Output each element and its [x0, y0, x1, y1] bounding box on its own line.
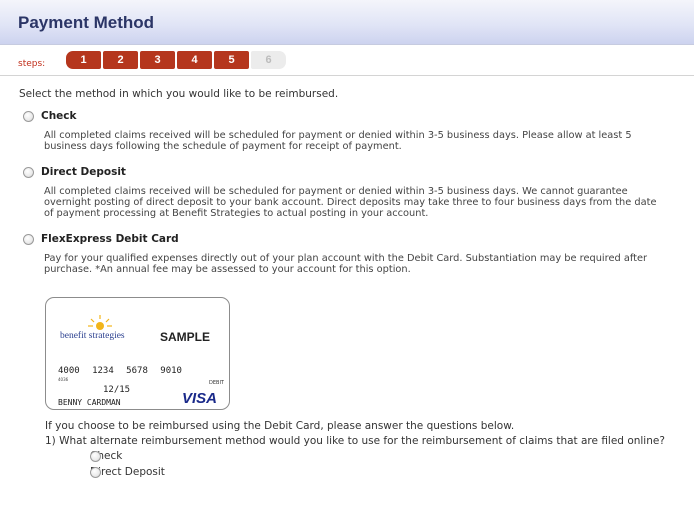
step-1[interactable]: 1 — [66, 51, 101, 69]
debit-card-sample-image: benefit strategies SAMPLE 4000 1234 5678… — [45, 297, 676, 410]
q1-option-check: Check — [74, 450, 676, 464]
step-5[interactable]: 5 — [214, 51, 249, 69]
intro-text: Select the method in which you would lik… — [19, 88, 339, 100]
debit-card-radio[interactable] — [23, 234, 34, 245]
check-radio[interactable] — [23, 111, 34, 122]
debit-card-description: Pay for your qualified expenses directly… — [44, 253, 648, 275]
card-brand: benefit strategies — [60, 331, 125, 341]
card-small-number: 4036 — [58, 377, 69, 382]
steps-indicator: steps: 1 2 3 4 5 6 — [0, 51, 694, 76]
direct-deposit-radio[interactable] — [23, 167, 34, 178]
questions-intro: If you choose to be reimbursed using the… — [45, 420, 515, 432]
q1-check-radio[interactable] — [90, 451, 101, 462]
q1-direct-deposit-radio[interactable] — [90, 467, 101, 478]
option-debit-card: FlexExpress Debit Card Pay for your qual… — [19, 233, 676, 275]
card-number: 4000 1234 5678 9010 — [58, 366, 182, 376]
option-check: Check All completed claims received will… — [19, 110, 676, 152]
debit-card-image: benefit strategies SAMPLE 4000 1234 5678… — [45, 297, 230, 410]
page-header: Payment Method — [0, 0, 694, 45]
sun-logo-icon — [88, 315, 112, 330]
direct-deposit-description: All completed claims received will be sc… — [44, 186, 657, 219]
step-6: 6 — [251, 51, 286, 69]
step-3[interactable]: 3 — [140, 51, 175, 69]
question-1: 1) What alternate reimbursement method w… — [45, 435, 665, 447]
check-title: Check — [41, 110, 77, 122]
debit-card-title: FlexExpress Debit Card — [41, 233, 179, 245]
q1-option-direct-deposit: Direct Deposit — [74, 466, 676, 480]
option-direct-deposit: Direct Deposit All completed claims rece… — [19, 166, 676, 219]
check-description: All completed claims received will be sc… — [44, 130, 632, 152]
page-title: Payment Method — [18, 13, 155, 32]
visa-logo: VISA — [182, 390, 218, 407]
direct-deposit-title: Direct Deposit — [41, 166, 126, 178]
step-4[interactable]: 4 — [177, 51, 212, 69]
card-expiry: 12/15 — [103, 385, 131, 395]
step-2[interactable]: 2 — [103, 51, 138, 69]
card-holder: BENNY CARDMAN — [58, 398, 121, 407]
q1-direct-deposit-label: Direct Deposit — [90, 466, 165, 478]
steps-label: steps: — [18, 59, 46, 69]
card-sample-label: SAMPLE — [160, 330, 211, 344]
card-debit-label: DEBIT — [209, 380, 224, 386]
